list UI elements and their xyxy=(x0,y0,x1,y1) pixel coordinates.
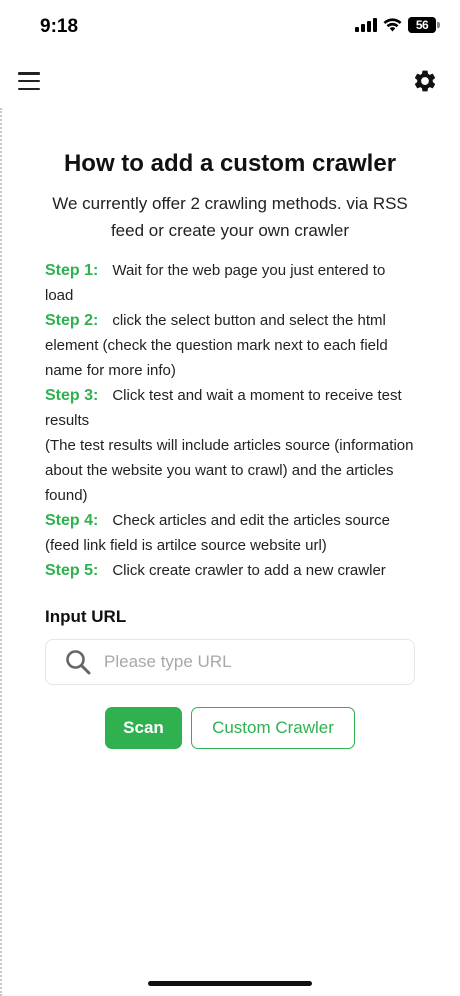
custom-crawler-button[interactable]: Custom Crawler xyxy=(191,707,355,749)
search-icon xyxy=(66,650,91,675)
app-top-bar xyxy=(0,60,460,104)
step-item: Step 3: Click test and wait a moment to r… xyxy=(45,383,415,508)
step-item: Step 2: click the select button and selec… xyxy=(45,308,415,383)
url-input[interactable] xyxy=(104,652,384,672)
url-search-box[interactable] xyxy=(45,639,415,685)
step-label: Step 2: xyxy=(45,312,99,329)
step-item: Step 4: Check articles and edit the artic… xyxy=(45,508,415,558)
status-icons: 56 xyxy=(355,17,440,33)
gear-icon[interactable] xyxy=(412,68,438,94)
steps-list: Step 1: Wait for the web page you just en… xyxy=(45,258,415,583)
step-text: Click create crawler to add a new crawle… xyxy=(112,562,386,579)
step-item: Step 1: Wait for the web page you just en… xyxy=(45,258,415,308)
step-text: Click test and wait a moment to receive … xyxy=(45,387,402,429)
main-content: How to add a custom crawler We currently… xyxy=(45,150,415,749)
battery-icon: 56 xyxy=(408,17,440,33)
input-url-label: Input URL xyxy=(45,607,127,626)
action-buttons: Scan Custom Crawler xyxy=(45,707,415,749)
step-label: Step 4: xyxy=(45,512,99,529)
battery-level: 56 xyxy=(415,18,429,32)
step-label: Step 1: xyxy=(45,262,99,279)
step-item: Step 5: Click create crawler to add a new… xyxy=(45,558,415,583)
wifi-icon xyxy=(383,18,402,32)
step-label: Step 5: xyxy=(45,562,99,579)
cellular-signal-icon xyxy=(355,18,377,32)
page-subtitle: We currently offer 2 crawling methods. v… xyxy=(52,194,408,240)
page-title: How to add a custom crawler xyxy=(63,150,397,177)
hamburger-menu-icon[interactable] xyxy=(18,72,40,90)
home-indicator[interactable] xyxy=(148,981,312,986)
step-note: (The test results will include articles … xyxy=(45,437,414,504)
app-screen: 9:18 56 How to add a custom crawler We c… xyxy=(0,0,460,996)
battery-body: 56 xyxy=(408,17,436,33)
status-time: 9:18 xyxy=(40,16,79,37)
scan-button[interactable]: Scan xyxy=(105,707,182,749)
left-edge-guide xyxy=(0,108,2,996)
status-bar: 9:18 56 xyxy=(0,0,460,56)
battery-cap xyxy=(437,22,440,28)
step-label: Step 3: xyxy=(45,387,99,404)
